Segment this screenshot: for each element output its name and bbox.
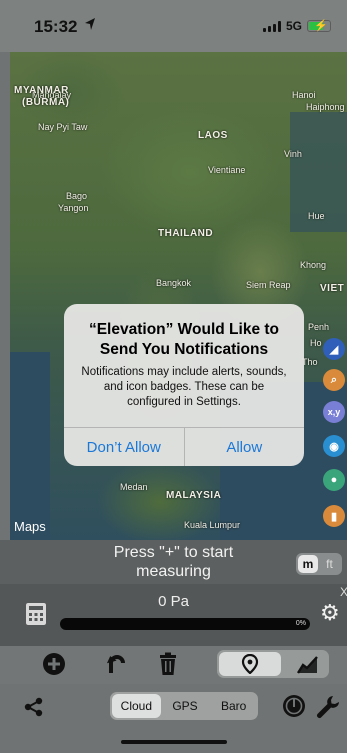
alert-title: “Elevation” Would Like to Send You Notif…: [88, 321, 280, 358]
allow-button[interactable]: Allow: [183, 428, 305, 466]
dont-allow-button[interactable]: Don’t Allow: [64, 428, 184, 466]
maps-attribution[interactable]: Maps: [14, 519, 46, 534]
status-bar: 15:32 5G ⚡: [0, 0, 347, 52]
close-icon[interactable]: X: [340, 585, 347, 599]
unit-feet-option[interactable]: ft: [318, 557, 341, 571]
map-label: Hanoi: [292, 90, 316, 100]
network-type: 5G: [285, 19, 302, 33]
map-label: Yangon: [58, 203, 89, 213]
status-time: 15:32: [34, 17, 78, 36]
map-label: (BURMA): [22, 97, 70, 108]
map-label: Haiphong: [306, 102, 345, 112]
map-label: Penh: [308, 322, 330, 332]
map-label: Vinh: [284, 149, 302, 159]
measure-prompt: Press "+" to start measuring: [113, 544, 234, 580]
map-label: Vientiane: [208, 165, 246, 175]
unit-meters-option[interactable]: m: [298, 555, 318, 573]
map-label: Tho: [302, 357, 318, 367]
map-label: Ho: [310, 338, 322, 348]
view-mode-toggle[interactable]: [217, 650, 329, 678]
share-icon[interactable]: [24, 697, 44, 717]
signal-icon: [262, 20, 281, 32]
map-label: VIET: [320, 283, 345, 294]
source-baro-option[interactable]: Baro: [209, 694, 258, 718]
xy-coordinates-icon[interactable]: x,y: [323, 401, 345, 423]
map-label: Medan: [120, 482, 148, 492]
notification-permission-alert: “Elevation” Would Like to Send You Notif…: [64, 304, 304, 466]
map-view[interactable]: Mandalay MYANMAR (BURMA) Nay Pyi Taw Han…: [10, 52, 347, 540]
map-label: MYANMAR: [14, 85, 69, 96]
map-label: Nay Pyi Taw: [38, 122, 88, 132]
globe-icon[interactable]: ◉: [323, 435, 345, 457]
source-gps-option[interactable]: GPS: [161, 694, 210, 718]
map-label: MALAYSIA: [166, 490, 222, 501]
book-icon[interactable]: ▮: [323, 505, 345, 527]
source-cloud-option[interactable]: Cloud: [112, 694, 161, 718]
compass-icon[interactable]: ◢: [323, 338, 345, 360]
map-label: Hue: [308, 211, 325, 221]
search-location-icon[interactable]: ⌕: [323, 369, 345, 391]
unit-toggle[interactable]: m ft: [296, 553, 342, 575]
undo-icon[interactable]: [103, 651, 129, 677]
gear-icon[interactable]: ⚙: [320, 602, 340, 624]
battery-icon: ⚡: [307, 20, 331, 32]
map-label: LAOS: [198, 130, 228, 141]
map-label: Bago: [66, 191, 88, 201]
map-label: THAILAND: [158, 228, 214, 239]
measure-progress-bar: 0%: [60, 618, 310, 630]
wrench-icon[interactable]: [315, 694, 341, 720]
alert-message: Notifications may include alerts, sounds…: [81, 366, 287, 408]
map-pin-icon[interactable]: ●: [323, 469, 345, 491]
location-arrow-icon: [85, 18, 95, 30]
source-selector[interactable]: Cloud GPS Baro: [110, 692, 258, 720]
home-indicator: [121, 740, 227, 744]
map-label: Bangkok: [156, 278, 192, 288]
map-label: Kuala Lumpur: [184, 520, 241, 530]
progress-percent: 0%: [295, 620, 306, 627]
map-label: Siem Reap: [246, 280, 291, 290]
trash-icon[interactable]: [155, 651, 181, 677]
alert-buttons: Don’t Allow Allow: [64, 427, 304, 466]
altimeter-icon[interactable]: [282, 694, 306, 718]
map-pin-icon: [241, 654, 259, 674]
status-indicators: 5G ⚡: [262, 19, 331, 33]
add-measurement-icon[interactable]: [41, 651, 67, 677]
chart-icon[interactable]: [297, 654, 319, 674]
map-label: Khong: [300, 260, 327, 270]
pressure-reading: 0 Pa: [158, 593, 189, 610]
